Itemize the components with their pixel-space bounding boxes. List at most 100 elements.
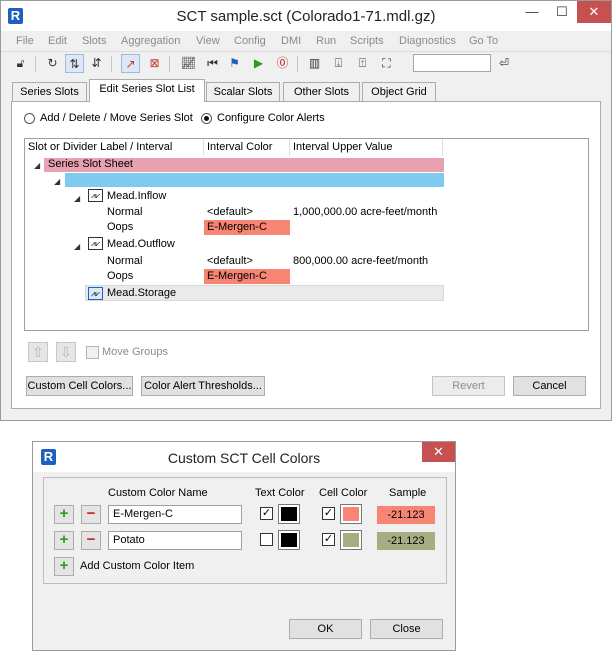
menu-aggregation[interactable]: Aggregation (121, 35, 180, 47)
dialog-title-bar[interactable]: R Custom SCT Cell Colors ✕ (33, 442, 455, 472)
runner-icon[interactable]: ⚑ (225, 54, 244, 73)
main-title-bar[interactable]: R SCT sample.sct (Colorado1-71.mdl.gz) —… (1, 1, 611, 31)
sync-toggle-icon[interactable]: ⇅ (65, 54, 84, 73)
open-object-icon[interactable]: ↗ (121, 54, 140, 73)
interval-color: E-Mergen-C (207, 221, 267, 233)
text-color-checkbox[interactable] (260, 533, 273, 546)
configure-color-alerts-label[interactable]: Configure Color Alerts (217, 112, 325, 124)
slot-tree[interactable]: Slot or Divider Label / Interval Interva… (24, 138, 589, 331)
tab-other-slots[interactable]: Other Slots (283, 82, 360, 101)
interval-label[interactable]: Oops (107, 270, 133, 282)
color-alert-thresholds-button[interactable]: Color Alert Thresholds... (141, 376, 265, 396)
collapse-arrow-icon[interactable]: ◢ (74, 242, 80, 251)
add-delete-move-radio[interactable] (24, 113, 35, 124)
collapse-arrow-icon[interactable]: ◢ (74, 194, 80, 203)
custom-cell-colors-button[interactable]: Custom Cell Colors... (26, 376, 133, 396)
cell-color-swatch[interactable] (340, 504, 362, 524)
add-custom-color-plus-icon[interactable]: + (54, 557, 74, 576)
toolbar-search-input[interactable] (413, 54, 491, 72)
interval-color: E-Mergen-C (207, 270, 267, 282)
move-groups-label[interactable]: Move Groups (102, 346, 168, 358)
cell-color-swatch[interactable] (340, 530, 362, 550)
slot-name[interactable]: Mead.Inflow (107, 190, 166, 202)
collapse-arrow-icon[interactable]: ◢ (34, 161, 40, 170)
slot-series-icon: ⩘⩗ (88, 189, 103, 202)
tab-series-slots[interactable]: Series Slots (12, 82, 87, 101)
run-start-icon[interactable]: ▶ (249, 54, 268, 73)
ok-button[interactable]: OK (289, 619, 362, 639)
add-item-plus-icon[interactable]: + (54, 531, 74, 550)
move-down-arrow-icon[interactable]: ⇩ (56, 342, 76, 362)
align-bottom-icon[interactable]: ⍗ (329, 54, 348, 73)
sample-cell: -21.123 (377, 532, 435, 550)
text-color-fill (281, 507, 297, 521)
menu-view[interactable]: View (196, 35, 220, 47)
interval-label[interactable]: Oops (107, 221, 133, 233)
text-color-checkbox[interactable]: ✓ (260, 507, 273, 520)
plot-icon[interactable]: 📈︎ (179, 54, 198, 73)
move-up-arrow-icon[interactable]: ⇧ (28, 342, 48, 362)
dmi-stop-icon[interactable]: ⓪ (273, 54, 292, 73)
header-sample: Sample (389, 487, 427, 499)
text-color-fill (281, 533, 297, 547)
toolbar-separator (169, 56, 170, 72)
menu-run[interactable]: Run (316, 35, 336, 47)
minimize-button[interactable]: — (517, 1, 547, 23)
collapse-arrow-icon[interactable]: ◢ (54, 177, 60, 186)
cell-color-checkbox[interactable]: ✓ (322, 507, 335, 520)
slot-name[interactable]: Mead.Storage (107, 287, 176, 299)
dialog-title: Custom SCT Cell Colors (167, 450, 321, 466)
color-name-input[interactable]: E-Mergen-C (108, 505, 242, 524)
menu-diagnostics[interactable]: Diagnostics (399, 35, 456, 47)
dialog-close-button[interactable]: Close (370, 619, 443, 639)
search-execute-icon[interactable]: ⏎ (495, 54, 513, 72)
menu-config[interactable]: Config (234, 35, 266, 47)
text-color-swatch[interactable] (278, 530, 300, 550)
dialog-close-icon[interactable]: ✕ (422, 442, 455, 462)
lock-icon[interactable]: 🔓︎ (11, 54, 30, 73)
interval-label[interactable]: Normal (107, 206, 142, 218)
add-custom-color-label[interactable]: Add Custom Color Item (80, 560, 194, 572)
cell-color-fill (343, 507, 359, 521)
remove-item-minus-icon[interactable]: − (81, 531, 101, 550)
menu-dmi[interactable]: DMI (281, 35, 301, 47)
menu-edit[interactable]: Edit (48, 35, 67, 47)
interval-label[interactable]: Normal (107, 255, 142, 267)
configure-color-alerts-radio[interactable] (201, 113, 212, 124)
add-item-plus-icon[interactable]: + (54, 505, 74, 524)
cell-color-checkbox[interactable]: ✓ (322, 533, 335, 546)
column-header-interval-upper[interactable]: Interval Upper Value (290, 139, 443, 156)
tab-object-grid[interactable]: Object Grid (362, 82, 436, 101)
reset-run-icon[interactable]: ⏮︎ (203, 54, 222, 73)
column-header-label[interactable]: Slot or Divider Label / Interval (25, 139, 204, 156)
slot-name[interactable]: Mead.Outflow (107, 238, 175, 250)
menu-file[interactable]: File (16, 35, 34, 47)
refresh-icon[interactable]: ↻ (43, 54, 62, 73)
tab-edit-series-slot-list[interactable]: Edit Series Slot List (89, 79, 205, 102)
align-top-icon[interactable]: ⍐ (353, 54, 372, 73)
remove-item-minus-icon[interactable]: − (81, 505, 101, 524)
tab-scalar-slots[interactable]: Scalar Slots (206, 82, 280, 101)
divider-row[interactable] (65, 173, 444, 187)
interval-color[interactable]: <default> (207, 255, 253, 267)
text-color-swatch[interactable] (278, 504, 300, 524)
close-button[interactable]: ✕ (577, 1, 611, 23)
close-object-icon[interactable]: ⊠ (145, 54, 164, 73)
column-grid-icon[interactable]: ▥ (305, 54, 324, 73)
fit-window-icon[interactable]: ⛶ (377, 54, 396, 73)
column-header-interval-color[interactable]: Interval Color (204, 139, 290, 156)
sort-icon[interactable]: ⇵ (87, 54, 106, 73)
revert-button[interactable]: Revert (432, 376, 505, 396)
cancel-button[interactable]: Cancel (513, 376, 586, 396)
interval-upper-value[interactable]: 1,000,000.00 acre-feet/month (293, 206, 437, 218)
menu-slots[interactable]: Slots (82, 35, 106, 47)
maximize-button[interactable]: ☐ (547, 1, 577, 23)
menu-scripts[interactable]: Scripts (350, 35, 384, 47)
move-groups-checkbox[interactable] (86, 346, 99, 359)
menu-go-to[interactable]: Go To (469, 35, 498, 47)
add-delete-move-label[interactable]: Add / Delete / Move Series Slot (40, 112, 193, 124)
interval-color[interactable]: <default> (207, 206, 253, 218)
slot-series-icon: ⩘⩗ (88, 237, 103, 250)
color-name-input[interactable]: Potato (108, 531, 242, 550)
interval-upper-value[interactable]: 800,000.00 acre-feet/month (293, 255, 428, 267)
